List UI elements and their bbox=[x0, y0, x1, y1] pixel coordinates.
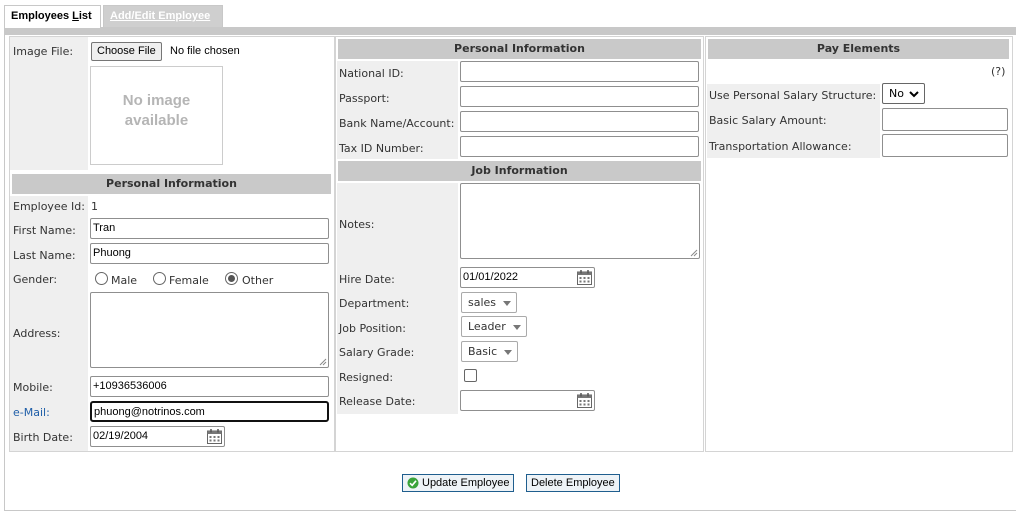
national-id-label: National ID: bbox=[339, 67, 404, 80]
gender-male-label: Male bbox=[111, 274, 138, 287]
tax-id-input[interactable] bbox=[460, 136, 699, 157]
department-label: Department: bbox=[339, 297, 410, 310]
birth-date-label: Birth Date: bbox=[13, 431, 73, 444]
job-position-label: Job Position: bbox=[339, 322, 406, 335]
hire-date-label: Hire Date: bbox=[339, 273, 395, 286]
notes-label: Notes: bbox=[339, 218, 375, 231]
pay-elements-header: Pay Elements bbox=[708, 39, 1009, 59]
personal-salary-structure-value: No bbox=[889, 87, 904, 100]
employee-id-label: Employee Id: bbox=[13, 200, 85, 213]
tab-employees-list-suffix: ist bbox=[78, 10, 92, 22]
resigned-checkbox[interactable] bbox=[464, 369, 477, 382]
passport-label: Passport: bbox=[339, 92, 390, 105]
file-status-text: No file chosen bbox=[170, 45, 240, 57]
delete-employee-button[interactable]: Delete Employee bbox=[526, 474, 620, 492]
job-position-select[interactable]: Leader bbox=[461, 316, 527, 337]
basic-salary-input[interactable] bbox=[882, 108, 1008, 131]
tab-add-edit-label: Add/Edit Employee bbox=[110, 10, 211, 22]
transportation-allowance-input[interactable] bbox=[882, 134, 1008, 157]
last-name-label: Last Name: bbox=[13, 249, 76, 262]
transportation-allowance-label: Transportation Allowance: bbox=[709, 140, 852, 153]
salary-grade-label: Salary Grade: bbox=[339, 346, 415, 359]
personal-salary-structure-label: Use Personal Salary Structure: bbox=[709, 89, 877, 102]
gender-male-radio[interactable] bbox=[95, 272, 108, 285]
tab-accel-letter: L bbox=[72, 10, 79, 22]
job-info-header: Job Information bbox=[338, 161, 701, 181]
gender-female-label: Female bbox=[169, 274, 209, 287]
image-file-label: Image File: bbox=[13, 45, 74, 58]
update-employee-button[interactable]: Update Employee bbox=[402, 474, 515, 492]
salary-grade-select[interactable]: Basic bbox=[461, 341, 518, 362]
no-image-text-line2: available bbox=[124, 112, 189, 129]
resize-grip-icon[interactable] bbox=[690, 249, 698, 257]
resigned-label: Resigned: bbox=[339, 371, 394, 384]
help-link[interactable]: (?) bbox=[991, 65, 1005, 78]
chevron-down-icon bbox=[513, 325, 521, 330]
last-name-input[interactable]: Phuong bbox=[90, 243, 329, 264]
salary-grade-value: Basic bbox=[468, 345, 498, 358]
notes-textarea[interactable] bbox=[460, 183, 700, 259]
national-id-input[interactable] bbox=[460, 61, 699, 82]
job-position-value: Leader bbox=[468, 320, 506, 333]
gender-other-label: Other bbox=[242, 274, 274, 287]
release-date-label: Release Date: bbox=[339, 395, 416, 408]
tab-employees-list-label: Employees bbox=[11, 10, 73, 22]
address-textarea[interactable] bbox=[90, 292, 329, 368]
birth-date-input[interactable]: 02/19/2004 bbox=[90, 426, 225, 447]
tax-id-label: Tax ID Number: bbox=[339, 142, 424, 155]
choose-file-button[interactable]: Choose File bbox=[91, 42, 162, 61]
gender-label: Gender: bbox=[13, 273, 58, 286]
first-name-input[interactable]: Tran bbox=[90, 218, 329, 239]
email-label: e-Mail: bbox=[13, 406, 50, 419]
tab-employees-list[interactable]: Employees List bbox=[4, 5, 101, 28]
employee-id-value: 1 bbox=[91, 200, 98, 213]
chevron-down-icon bbox=[503, 301, 511, 306]
department-value: sales bbox=[468, 296, 497, 309]
basic-salary-label: Basic Salary Amount: bbox=[709, 114, 827, 127]
email-input[interactable]: phuong@notrinos.com bbox=[90, 401, 329, 422]
bank-account-input[interactable] bbox=[460, 111, 699, 132]
personal-info-header-2: Personal Information bbox=[338, 39, 701, 59]
release-date-input[interactable] bbox=[460, 390, 595, 411]
personal-salary-structure-select[interactable]: No bbox=[882, 83, 925, 104]
calendar-icon[interactable] bbox=[576, 392, 593, 409]
calendar-icon[interactable] bbox=[206, 428, 223, 445]
chevron-down-icon bbox=[504, 350, 512, 355]
mobile-input[interactable]: +10936536006 bbox=[90, 376, 329, 397]
tab-divider bbox=[4, 27, 1016, 35]
bank-account-label: Bank Name/Account: bbox=[339, 117, 455, 130]
calendar-icon[interactable] bbox=[576, 269, 593, 286]
delete-employee-label: Delete Employee bbox=[531, 477, 615, 489]
gender-female-radio[interactable] bbox=[153, 272, 166, 285]
tab-add-edit-employee[interactable]: Add/Edit Employee bbox=[103, 5, 223, 27]
gender-other-radio[interactable] bbox=[225, 272, 238, 285]
no-image-text-line1: No image bbox=[122, 92, 191, 109]
mobile-label: Mobile: bbox=[13, 381, 53, 394]
department-select[interactable]: sales bbox=[461, 292, 517, 313]
no-image-placeholder: No image available bbox=[90, 66, 223, 165]
check-circle-icon bbox=[407, 477, 419, 489]
hire-date-input[interactable]: 01/01/2022 bbox=[460, 267, 595, 288]
resize-grip-icon[interactable] bbox=[319, 358, 327, 366]
chevron-down-icon bbox=[909, 91, 919, 98]
update-employee-label: Update Employee bbox=[422, 477, 510, 489]
passport-input[interactable] bbox=[460, 86, 699, 107]
first-name-label: First Name: bbox=[13, 224, 76, 237]
address-label: Address: bbox=[13, 327, 61, 340]
personal-info-header: Personal Information bbox=[12, 174, 331, 194]
